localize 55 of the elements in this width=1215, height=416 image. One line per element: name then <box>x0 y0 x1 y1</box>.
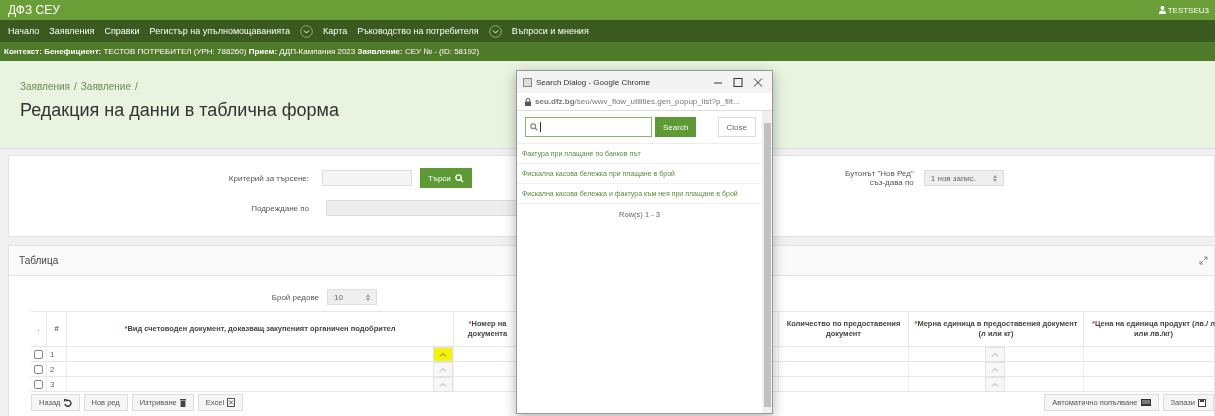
context-text: Контекст: Бенефициент: ТЕСТОВ ПОТРЕБИТЕЛ (УРН: 788260) Прием: ДДП-Кампания 2023 Заявление: СЕУ № - (ID: 58192) <box>4 47 480 56</box>
field-label: Критерий за търсене: <box>227 173 309 183</box>
breadcrumb-link[interactable]: Заявление <box>80 81 131 92</box>
caret-up-icon <box>991 351 999 357</box>
search-icon <box>454 173 464 183</box>
nav-item[interactable]: Заявления <box>49 26 95 36</box>
caret-up-icon <box>439 351 447 357</box>
caret-up-icon <box>439 381 447 387</box>
close-button[interactable]: Close <box>717 117 756 137</box>
spreadsheet-icon <box>227 398 236 407</box>
row-checkbox[interactable] <box>34 364 43 374</box>
page-title: Редакция на данни в таблична форма <box>20 100 339 121</box>
caret-up-icon <box>439 366 447 372</box>
nav-item[interactable]: Ръководство на потребителя <box>357 26 479 36</box>
sort-icon <box>366 293 370 301</box>
sort-icon <box>992 174 997 182</box>
new-row-select[interactable]: 1 нов запис. <box>923 170 1004 186</box>
scrollbar[interactable] <box>762 111 772 413</box>
search-criterion-field[interactable] <box>322 170 412 186</box>
chevron-down-icon[interactable] <box>300 24 314 38</box>
trash-icon <box>179 398 186 407</box>
rows-per-page-select[interactable]: 10 <box>327 289 377 305</box>
expand-icon[interactable] <box>1199 256 1208 265</box>
breadcrumb-link[interactable]: Заявления <box>20 81 71 92</box>
lock-icon <box>525 97 531 106</box>
user-icon <box>1158 6 1166 14</box>
search-icon <box>530 123 538 131</box>
app-title: ДФЗ СЕУ <box>8 3 60 17</box>
breadcrumb-separator: / <box>135 81 138 92</box>
field-label: Бутонът "Нов Ред" съз-дава по <box>844 169 914 187</box>
search-field[interactable] <box>525 117 652 137</box>
nav-item[interactable]: Карта <box>323 26 348 36</box>
nav-item[interactable]: Начало <box>8 26 40 36</box>
caret-up-icon <box>991 366 999 372</box>
nav-item[interactable]: Въпроси и мнения <box>511 26 589 36</box>
save-icon <box>1198 398 1206 407</box>
field-label: Подреждане по <box>250 204 309 213</box>
window-title: Search Dialog - Google Chrome <box>536 77 651 87</box>
panel-title: Таблица <box>19 255 59 266</box>
keyboard-icon <box>1140 399 1151 406</box>
field-label: Брой редове <box>270 292 319 302</box>
row-number: 3 <box>50 379 55 389</box>
url-text: seu.dfz.bg/seu/wwv_flow_utilities.gen_popup_list?p_filt... <box>535 97 740 106</box>
nav-item[interactable]: Справки <box>104 26 140 36</box>
undo-icon <box>63 398 72 407</box>
breadcrumb-separator: / <box>74 81 77 92</box>
row-checkbox[interactable] <box>34 349 43 359</box>
window-icon <box>523 77 532 87</box>
maximize-icon[interactable] <box>730 77 746 87</box>
caret-up-icon <box>991 381 999 387</box>
row-number: 1 <box>50 349 55 359</box>
nav-item[interactable]: Регистър на упълномощаванията <box>149 26 291 36</box>
row-checkbox[interactable] <box>34 379 43 389</box>
chevron-down-icon[interactable] <box>488 24 502 38</box>
row-number: 2 <box>50 364 55 374</box>
